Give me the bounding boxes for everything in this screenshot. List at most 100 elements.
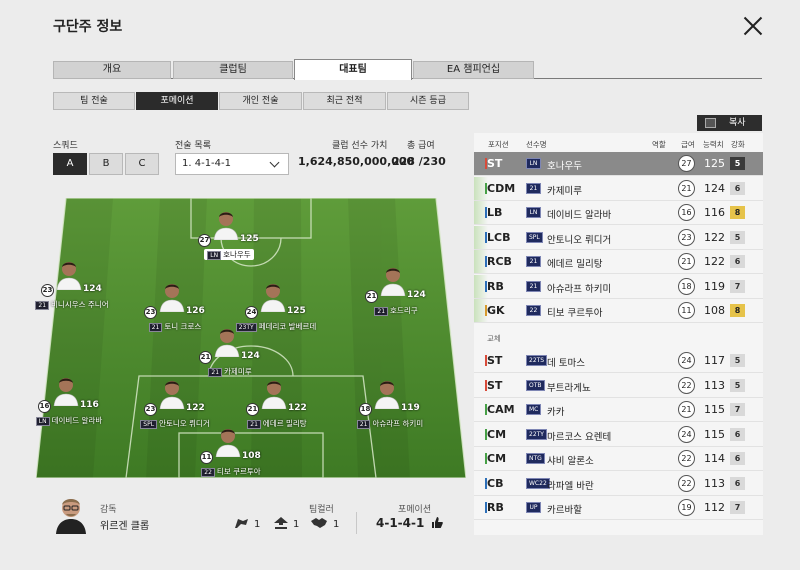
pay-badge: 24 bbox=[245, 306, 258, 319]
player-ovr: 125 bbox=[287, 306, 306, 316]
season-badge: SPL bbox=[526, 231, 543, 243]
pitch-player-card[interactable]: 11 108 22 티보 쿠르투아 bbox=[186, 425, 276, 481]
season-badge: UP bbox=[526, 502, 541, 513]
subtab-team-tactics[interactable]: 팀 전술 bbox=[53, 92, 135, 110]
player-position: RCB bbox=[487, 255, 512, 268]
player-portrait bbox=[215, 429, 241, 457]
position-marker bbox=[485, 231, 487, 243]
player-row[interactable]: CM NTG 샤비 알론소 22 114 6 bbox=[474, 447, 763, 471]
player-row[interactable]: CM 22TY 마르코스 요렌테 24 115 6 bbox=[474, 423, 763, 447]
position-marker bbox=[485, 379, 487, 391]
squad-a-button[interactable]: A bbox=[53, 153, 87, 175]
player-position: ST bbox=[487, 354, 503, 367]
position-marker bbox=[485, 355, 487, 366]
player-name: 샤비 알론소 bbox=[547, 456, 594, 467]
pitch-player-card[interactable]: 23 124 21 비니시우스 주니어 bbox=[27, 258, 117, 314]
team-color-value-2: 1 bbox=[293, 519, 300, 530]
position-marker bbox=[485, 502, 487, 513]
position-marker bbox=[485, 453, 487, 464]
arrow-up-icon bbox=[274, 517, 288, 529]
subtab-individual-tactics[interactable]: 개인 전술 bbox=[219, 92, 302, 110]
enhance-badge: 5 bbox=[730, 157, 745, 170]
season-badge: LN bbox=[526, 158, 541, 169]
close-icon[interactable] bbox=[741, 14, 765, 38]
player-name: 데이비드 알라바 bbox=[51, 416, 103, 425]
pitch-player-card[interactable]: 16 116 LN 데이비드 알라바 bbox=[24, 374, 114, 430]
player-row[interactable]: GK 22 티보 쿠르투아 11 108 8 bbox=[474, 299, 763, 323]
player-ovr: 116 bbox=[704, 206, 725, 219]
subtab-recent-record[interactable]: 최근 전적 bbox=[303, 92, 386, 110]
player-row[interactable]: ST LN 호나우두 27 125 5 bbox=[474, 152, 763, 176]
team-color-value-1: 1 bbox=[254, 519, 261, 530]
player-name: 호드리구 bbox=[390, 306, 418, 315]
pay-badge: 18 bbox=[359, 403, 372, 416]
player-row[interactable]: ST OTB 부트라게뇨 22 113 5 bbox=[474, 374, 763, 398]
subtab-formation[interactable]: 포메이션 bbox=[136, 92, 218, 110]
season-badge: LN bbox=[526, 207, 541, 218]
season-badge: 21 bbox=[526, 280, 541, 292]
tactics-select[interactable]: 1. 4-1-4-1 bbox=[175, 153, 289, 175]
thumb-icon bbox=[431, 517, 443, 528]
player-ovr: 113 bbox=[704, 378, 725, 392]
copy-icon bbox=[705, 118, 716, 128]
pay-badge: 19 bbox=[678, 499, 695, 516]
enhance-badge: 6 bbox=[730, 476, 745, 490]
enhance-badge: 8 bbox=[730, 304, 745, 317]
player-row[interactable]: LB LN 데이비드 알라바 16 116 8 bbox=[474, 201, 763, 225]
pitch-player-card[interactable]: 21 124 21 호드리구 bbox=[351, 264, 441, 320]
player-name: 티보 쿠르투아 bbox=[216, 467, 261, 476]
player-name-label: 21 비니시우스 주니어 bbox=[27, 299, 117, 310]
player-name-label: 21 호드리구 bbox=[351, 305, 441, 316]
pitch-player-card[interactable]: 21 124 21 카제미루 bbox=[185, 325, 275, 381]
tab-club-team[interactable]: 클럽팀 bbox=[173, 61, 293, 79]
player-name: 아슈라프 하키미 bbox=[372, 419, 424, 428]
player-row[interactable]: RCB 21 에데르 밀리탕 21 122 6 bbox=[474, 250, 763, 274]
player-row[interactable]: RB 21 아슈라프 하키미 18 119 7 bbox=[474, 274, 763, 299]
enhance-badge: 8 bbox=[730, 206, 745, 219]
season-badge: 21 bbox=[356, 420, 371, 429]
player-row[interactable]: CAM MC 카카 21 115 7 bbox=[474, 398, 763, 422]
pay-badge: 23 bbox=[41, 284, 54, 297]
player-name: 라파엘 바란 bbox=[547, 480, 594, 492]
player-ovr: 125 bbox=[704, 157, 725, 170]
tactics-selected: 1. 4-1-4-1 bbox=[182, 158, 231, 169]
player-position: LCB bbox=[487, 230, 511, 244]
enhance-badge: 6 bbox=[730, 452, 745, 465]
player-name: 에데르 밀리탕 bbox=[547, 259, 603, 270]
pitch-player-card[interactable]: 18 119 21 아슈라프 하키미 bbox=[345, 377, 435, 433]
tab-ea-championship[interactable]: EA 챔피언십 bbox=[413, 61, 534, 79]
position-marker bbox=[485, 477, 487, 489]
season-badge: 22 bbox=[526, 305, 541, 316]
player-position: CB bbox=[487, 476, 504, 490]
position-marker bbox=[485, 404, 487, 415]
salary-value: 228 /230 bbox=[392, 155, 446, 168]
player-ovr: 108 bbox=[704, 304, 725, 317]
pitch-player-card[interactable]: 27 125 LN 호나우두 bbox=[184, 208, 274, 264]
player-ovr: 122 bbox=[704, 255, 725, 268]
subtab-season-grade[interactable]: 시즌 등급 bbox=[387, 92, 469, 110]
tab-national-team[interactable]: 대표팀 bbox=[294, 59, 412, 80]
position-marker bbox=[485, 305, 487, 316]
player-row[interactable]: CB WC22 라파엘 바란 22 113 6 bbox=[474, 472, 763, 496]
squad-b-button[interactable]: B bbox=[89, 153, 123, 175]
player-name-label: 22 티보 쿠르투아 bbox=[186, 466, 276, 477]
player-name: 카르바할 bbox=[547, 505, 582, 516]
player-name: 카카 bbox=[547, 407, 565, 418]
enhance-badge: 6 bbox=[730, 181, 745, 195]
player-row[interactable]: RB UP 카르바할 19 112 7 bbox=[474, 496, 763, 520]
player-row[interactable]: ST 22TS 데 토마스 24 117 5 bbox=[474, 349, 763, 373]
season-badge: MC bbox=[526, 404, 542, 415]
formation-text: 4-1-4-1 bbox=[376, 516, 425, 530]
tab-overview[interactable]: 개요 bbox=[53, 61, 171, 79]
header-enhance: 강화 bbox=[731, 140, 745, 149]
squad-c-button[interactable]: C bbox=[125, 153, 159, 175]
player-name: 카제미루 bbox=[224, 367, 252, 376]
player-row[interactable]: CDM 21 카제미루 21 124 6 bbox=[474, 176, 763, 201]
position-marker bbox=[485, 158, 487, 169]
copy-button[interactable]: 복사 bbox=[697, 115, 762, 131]
pay-badge: 27 bbox=[198, 234, 211, 247]
copy-button-label: 복사 bbox=[729, 118, 746, 128]
season-badge: 21 bbox=[374, 307, 389, 316]
pay-badge: 22 bbox=[678, 474, 695, 492]
player-row[interactable]: LCB SPL 안토니오 뤼디거 23 122 5 bbox=[474, 225, 763, 250]
